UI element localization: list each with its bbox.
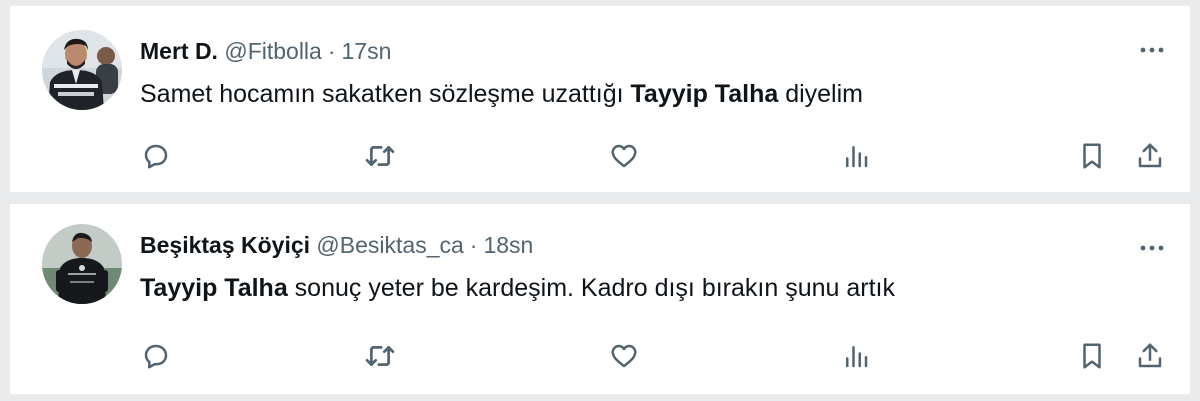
tweet-actions — [10, 138, 1190, 174]
tweet-text-after: sonuç yeter be kardeşim. Kadro dışı bıra… — [287, 274, 895, 302]
bookmark-icon[interactable] — [1074, 138, 1110, 174]
timestamp[interactable]: 18sn — [483, 232, 533, 258]
retweet-icon[interactable] — [362, 138, 398, 174]
tweet-text: Tayyip Talha sonuç yeter be kardeşim. Ka… — [140, 272, 895, 304]
tweet-text: Samet hocamın sakatken sözleşme uzattığı… — [140, 78, 863, 110]
handle[interactable]: @Besiktas_ca — [316, 232, 463, 258]
tweet-text-before: Samet hocamın sakatken sözleşme uzattığı — [140, 80, 631, 108]
like-icon[interactable] — [606, 338, 642, 374]
reply-icon[interactable] — [138, 138, 174, 174]
views-icon[interactable] — [838, 138, 874, 174]
handle[interactable]: @Fitbolla — [224, 38, 322, 64]
tweet-text-bold: Tayyip Talha — [140, 274, 288, 302]
tweet-text-bold: Tayyip Talha — [630, 80, 779, 108]
tweet-header: Mert D. @Fitbolla · 17sn — [140, 36, 391, 66]
like-icon[interactable] — [606, 138, 642, 174]
tweet-actions — [10, 338, 1190, 374]
timestamp[interactable]: 17sn — [342, 38, 392, 64]
avatar[interactable] — [42, 30, 122, 110]
bookmark-icon[interactable] — [1074, 338, 1110, 374]
more-icon[interactable] — [1140, 240, 1164, 251]
more-icon[interactable] — [1140, 42, 1164, 53]
views-icon[interactable] — [838, 338, 874, 374]
separator-dot: · — [469, 232, 478, 258]
reply-icon[interactable] — [138, 338, 174, 374]
tweet-card[interactable]: Beşiktaş Köyiçi @Besiktas_ca · 18sn Tayyip… — [10, 204, 1190, 394]
share-icon[interactable] — [1132, 138, 1168, 174]
tweet-card[interactable]: Mert D. @Fitbolla · 17sn Samet hocamın sak… — [10, 6, 1190, 192]
separator-dot: · — [327, 38, 336, 64]
tweet-header: Beşiktaş Köyiçi @Besiktas_ca · 18sn — [140, 230, 533, 260]
display-name[interactable]: Beşiktaş Köyiçi — [140, 232, 310, 258]
display-name[interactable]: Mert D. — [140, 38, 218, 64]
tweet-text-after: diyelim — [778, 80, 863, 108]
share-icon[interactable] — [1132, 338, 1168, 374]
tweet-feed: Mert D. @Fitbolla · 17sn Samet hocamın sak… — [0, 0, 1200, 401]
avatar[interactable] — [42, 224, 122, 304]
retweet-icon[interactable] — [362, 338, 398, 374]
